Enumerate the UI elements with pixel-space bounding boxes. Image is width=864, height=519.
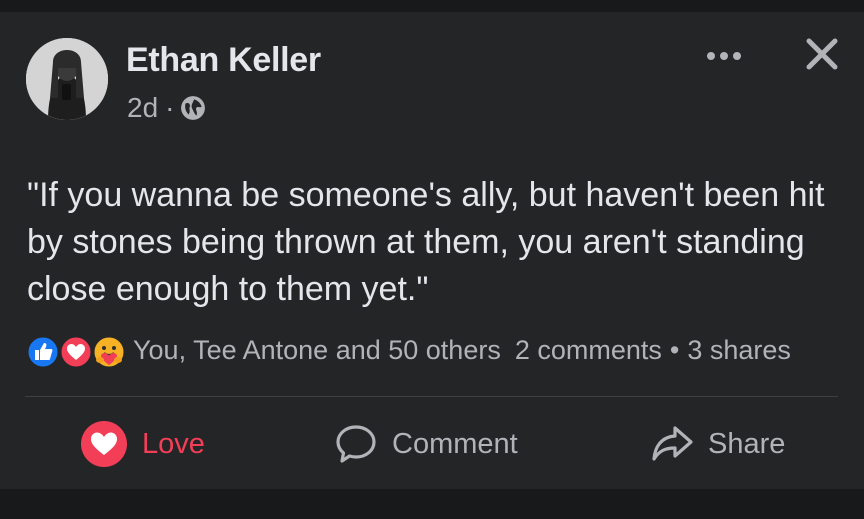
post-text: "If you wanna be someone's ally, but hav… (27, 176, 825, 308)
shares-count[interactable]: 3 shares (687, 335, 791, 366)
love-icon (58, 334, 94, 370)
author-avatar[interactable] (26, 38, 108, 120)
like-icon (25, 334, 61, 370)
love-button[interactable]: Love (80, 418, 205, 470)
reaction-icons[interactable] (25, 332, 129, 370)
share-label: Share (708, 427, 786, 460)
comment-button[interactable]: Comment (334, 418, 518, 470)
share-button[interactable]: Share (650, 418, 785, 470)
globe-icon (181, 96, 206, 120)
author-name[interactable]: Ethan Keller (126, 41, 321, 80)
stats-separator: • (669, 334, 680, 365)
comment-icon (336, 425, 376, 463)
comments-count[interactable]: 2 comments (515, 335, 662, 366)
reactions-summary[interactable]: You, Tee Antone and 50 others 2 comments… (25, 330, 864, 370)
actions-divider (25, 396, 838, 397)
more-options-icon[interactable] (700, 42, 748, 70)
avatar-photo (26, 38, 108, 120)
comment-label: Comment (392, 427, 518, 460)
post-meta: 2d · (127, 92, 206, 124)
share-icon (652, 426, 693, 461)
close-icon[interactable] (802, 34, 842, 74)
love-icon (81, 421, 127, 467)
post-time[interactable]: 2d (127, 92, 158, 124)
reactors-text[interactable]: You, Tee Antone and 50 others (133, 335, 501, 366)
meta-separator: · (165, 92, 175, 123)
love-label: Love (142, 427, 205, 460)
care-icon (91, 334, 127, 370)
post-card: Ethan Keller 2d · "If you wanna be someo… (0, 12, 864, 489)
